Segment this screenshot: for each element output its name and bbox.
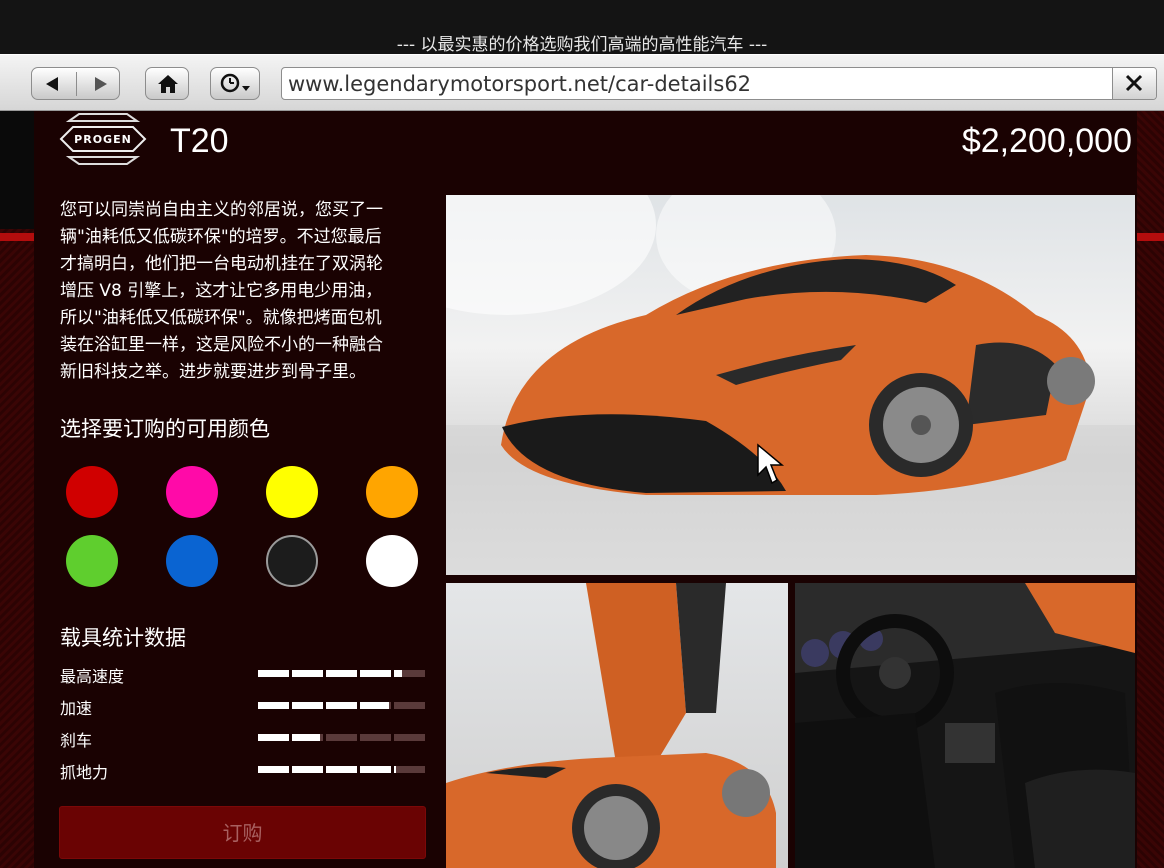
stat-label: 最高速度 <box>60 667 125 686</box>
color-swatch[interactable] <box>166 466 218 518</box>
stat-bar-segment <box>258 734 289 741</box>
stats-heading: 载具统计数据 <box>60 626 186 650</box>
stat-bar-segment <box>326 766 357 773</box>
right-background <box>1134 111 1164 868</box>
stat-bar <box>258 670 426 677</box>
progen-logo: PROGEN <box>59 113 147 165</box>
left-background <box>0 111 34 868</box>
stat-bar <box>258 702 426 709</box>
description-line: 所以"油耗低又低碳环保"。就像把烤面包机 <box>60 308 382 328</box>
url-input[interactable] <box>288 70 1108 97</box>
history-clock-icon <box>220 73 250 93</box>
vehicle-model: T20 <box>170 122 229 160</box>
svg-text:PROGEN: PROGEN <box>74 133 132 146</box>
stat-bar-segment <box>394 702 425 709</box>
stat-label: 抓地力 <box>60 763 109 782</box>
description-line: 才搞明白，他们把一台电动机挂在了双涡轮 <box>60 254 383 274</box>
stat-bar-segment <box>394 670 425 677</box>
description-line: 增压 V8 引擎上，这才让它多用电少用油， <box>60 281 383 301</box>
car-interior-photo <box>795 583 1135 868</box>
color-swatch[interactable] <box>266 466 318 518</box>
address-bar <box>281 67 1157 100</box>
home-icon <box>158 75 178 93</box>
stat-bar-segment <box>292 766 323 773</box>
stat-bar-segment <box>394 734 425 741</box>
forward-arrow-icon[interactable] <box>77 68 121 101</box>
vehicle-description: 您可以同崇尚自由主义的邻居说，您买了一 辆"油耗低又低碳环保"的培罗。不过您最后… <box>60 197 430 386</box>
stat-bar-segment <box>326 702 357 709</box>
car-main-photo <box>446 195 1135 575</box>
description-line: 您可以同崇尚自由主义的邻居说，您买了一 <box>60 200 383 220</box>
stat-bar-segment <box>258 702 289 709</box>
color-swatch-selected[interactable] <box>266 535 318 587</box>
color-swatch[interactable] <box>66 535 118 587</box>
stat-bar-segment <box>292 670 323 677</box>
browser-toolbar <box>0 54 1164 111</box>
color-swatch[interactable] <box>366 535 418 587</box>
stat-label: 加速 <box>60 699 93 718</box>
color-swatch[interactable] <box>66 466 118 518</box>
description-line: 辆"油耗低又低碳环保"的培罗。不过您最后 <box>60 227 382 247</box>
color-swatch[interactable] <box>366 466 418 518</box>
stat-bar-segment <box>360 702 391 709</box>
stat-bar-segment <box>292 702 323 709</box>
back-forward-buttons <box>31 67 120 100</box>
close-x-icon <box>1125 74 1143 92</box>
stat-bar <box>258 766 426 773</box>
stat-bar-segment <box>360 670 391 677</box>
stat-bar-segment <box>258 670 289 677</box>
color-swatch[interactable] <box>166 535 218 587</box>
stat-bar <box>258 734 426 741</box>
stat-bar-segment <box>258 766 289 773</box>
back-arrow-icon[interactable] <box>32 68 76 101</box>
stat-bar-segment <box>326 670 357 677</box>
site-slogan: --- 以最实惠的价格选购我们高端的高性能汽车 --- <box>396 35 768 55</box>
car-door-photo <box>446 583 788 868</box>
top-banner: --- 以最实惠的价格选购我们高端的高性能汽车 --- <box>0 0 1164 55</box>
clear-url-button[interactable] <box>1112 68 1156 99</box>
order-button[interactable]: 订购 <box>59 806 426 859</box>
stat-label: 刹车 <box>60 731 93 750</box>
stat-bar-segment <box>394 766 425 773</box>
stat-bar-segment <box>292 734 323 741</box>
home-button[interactable] <box>145 67 189 100</box>
color-heading: 选择要订购的可用颜色 <box>60 417 270 441</box>
stat-bar-segment <box>360 734 391 741</box>
description-line: 装在浴缸里一样，这是风险不小的一种融合 <box>60 335 383 355</box>
history-button[interactable] <box>210 67 260 100</box>
description-line: 新旧科技之举。进步就要进步到骨子里。 <box>60 362 366 382</box>
stat-bar-segment <box>326 734 357 741</box>
stat-bar-segment <box>360 766 391 773</box>
vehicle-price: $2,200,000 <box>961 122 1132 160</box>
